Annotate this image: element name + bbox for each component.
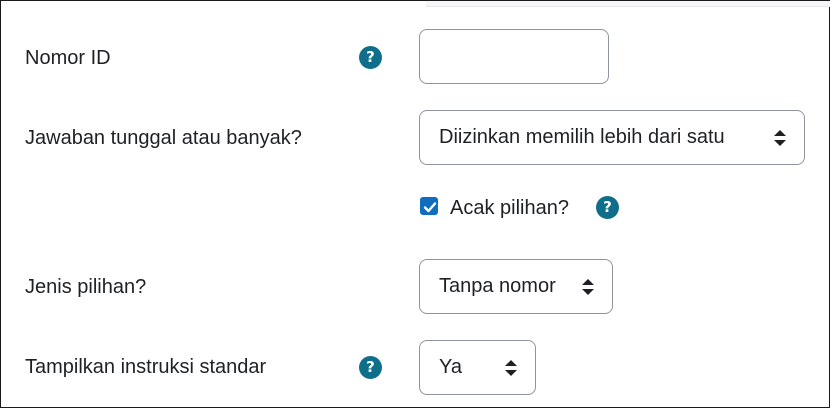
numbering-label: Jenis pilihan?: [25, 276, 147, 298]
numbering-select-value: Tanpa nomor: [439, 275, 556, 297]
select-caret-icon: [774, 129, 786, 146]
top-divider: [426, 1, 830, 7]
show-instructions-help-icon[interactable]: ?: [359, 356, 382, 379]
show-instructions-label: Tampilkan instruksi standar: [25, 356, 267, 378]
show-instructions-select-value: Ya: [439, 356, 462, 378]
single-multiple-select-value: Diizinkan memilih lebih dari satu: [439, 126, 725, 148]
shuffle-label[interactable]: Acak pilihan?: [450, 196, 569, 220]
single-multiple-select[interactable]: Diizinkan memilih lebih dari satu: [419, 110, 805, 165]
numbering-select[interactable]: Tanpa nomor: [419, 259, 613, 314]
select-caret-icon: [505, 359, 517, 376]
shuffle-checkbox[interactable]: [420, 197, 438, 215]
form-panel: Nomor ID ? Jawaban tunggal atau banyak? …: [0, 0, 830, 408]
select-caret-icon: [582, 278, 594, 295]
checkmark-icon: [423, 202, 437, 213]
id-number-input[interactable]: [419, 29, 609, 84]
show-instructions-select[interactable]: Ya: [419, 340, 536, 395]
single-multiple-label: Jawaban tunggal atau banyak?: [25, 127, 302, 149]
shuffle-help-icon[interactable]: ?: [596, 196, 619, 219]
id-number-help-icon[interactable]: ?: [359, 46, 382, 69]
id-number-label: Nomor ID: [25, 47, 111, 69]
